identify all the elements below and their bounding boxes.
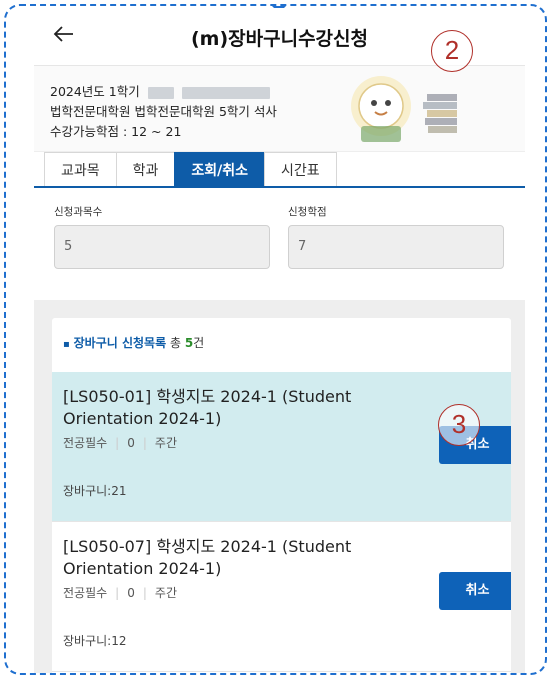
course-count-field: 신청과목수 5 [54, 204, 270, 269]
tab-view-cancel[interactable]: 조회/취소 [174, 152, 266, 186]
cancel-button[interactable]: 취소 [439, 572, 511, 610]
meta-divider: | [115, 436, 120, 450]
cart-number: 장바구니:21 [63, 484, 127, 498]
cart-list-title: 장바구니 신청목록 [73, 336, 167, 350]
cart-list-area: ▪ 장바구니 신청목록 총 5건 [LS050-01] 학생지도 2024-1 … [34, 300, 525, 673]
meta-divider: | [115, 586, 120, 600]
student-info: 2024년도 1학기 법학전문대학원 법학전문대학원 5학기 석사 수강가능학점… [34, 66, 525, 152]
course-type: 전공필수 [63, 586, 108, 600]
tab-timetable[interactable]: 시간표 [264, 152, 337, 186]
list-item[interactable]: [LS050-07] 학생지도 2024-1 (Student Orientat… [52, 522, 511, 672]
course-time: 주간 [154, 586, 177, 600]
mascot-reading-icon [351, 76, 457, 142]
credit-count-label: 신청학점 [288, 206, 327, 218]
credit-count-value: 7 [288, 225, 504, 269]
course-count-value: 5 [54, 225, 270, 269]
step-3-marker: 3 [438, 404, 480, 446]
meta-divider: | [142, 436, 147, 450]
tab-department[interactable]: 학과 [115, 152, 176, 186]
cart-number: 장바구니:12 [63, 634, 127, 648]
course-name: [LS050-01] 학생지도 2024-1 (Student Orientat… [63, 387, 352, 428]
tab-bar: 교과목 학과 조회/취소 시간표 [34, 152, 525, 188]
semester-text: 2024년도 1학기 [50, 84, 140, 99]
meta-divider: | [142, 586, 147, 600]
step-2-marker: 2 [431, 30, 473, 72]
total-count: 5 [184, 336, 194, 350]
redacted-block [181, 86, 270, 99]
total-suffix: 건 [193, 336, 205, 350]
total-prefix: 총 [169, 336, 181, 350]
tab-course[interactable]: 교과목 [44, 152, 117, 186]
summary-section: 신청과목수 5 신청학점 7 [34, 188, 525, 286]
course-credit: 0 [127, 586, 135, 600]
mascot-illustration [335, 72, 465, 154]
course-credit: 0 [127, 436, 135, 450]
course-count-label: 신청과목수 [54, 206, 103, 218]
course-type: 전공필수 [63, 436, 108, 450]
list-item[interactable]: [LS050-01] 학생지도 2024-1 (Student Orientat… [52, 372, 511, 522]
course-name: [LS050-07] 학생지도 2024-1 (Student Orientat… [63, 537, 352, 578]
bullet-icon: ▪ [63, 339, 70, 350]
app-screen: (m)장바구니수강신청 2024년도 1학기 법학전문대학원 법학전문대학원 5… [34, 8, 525, 673]
books-stack-icon [423, 94, 457, 133]
cart-list-card: ▪ 장바구니 신청목록 총 5건 [LS050-01] 학생지도 2024-1 … [52, 318, 511, 673]
redacted-block [147, 86, 174, 99]
cart-list-header: ▪ 장바구니 신청목록 총 5건 [52, 318, 511, 372]
course-time: 주간 [154, 436, 177, 450]
credit-count-field: 신청학점 7 [288, 204, 504, 269]
